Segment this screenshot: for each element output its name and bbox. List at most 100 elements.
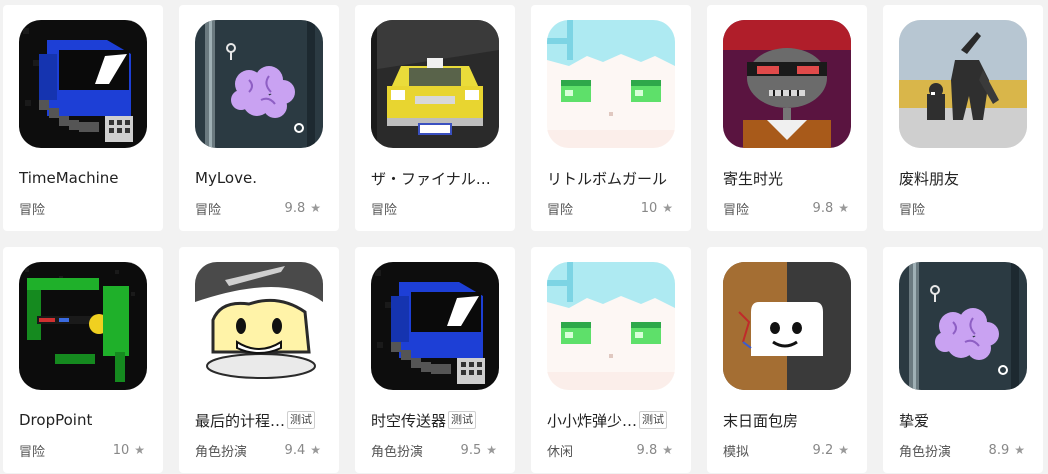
game-genre: 冒险 (195, 202, 222, 218)
game-genre: 休闲 (547, 444, 574, 460)
score-value: 9.2 (812, 442, 834, 458)
game-card[interactable]: MyLove. 冒险 9.8 ★ (179, 5, 339, 231)
star-icon: ★ (662, 201, 673, 215)
game-title[interactable]: TimeMachine (19, 167, 153, 189)
game-title[interactable]: 时空传送器 测试 (371, 409, 505, 431)
score-value: 9.5 (460, 442, 482, 458)
score-value: 9.8 (636, 442, 658, 458)
game-meta: 冒险 (19, 199, 145, 218)
game-card[interactable]: ザ・ファイナル… 冒险 (355, 5, 515, 231)
game-card[interactable]: DropPoint 冒险 10 ★ (3, 247, 163, 473)
game-genre: 角色扮演 (899, 444, 952, 460)
game-genre: 冒险 (371, 202, 398, 218)
game-score: 9.2 ★ (813, 443, 849, 458)
game-grid: TimeMachine 冒险 MyLove. 冒险 9.8 ★ ザ・ファイナル… 冒险 (0, 0, 1048, 474)
game-score: 10 ★ (113, 443, 145, 458)
game-meta: 冒险 9.8 ★ (723, 199, 849, 218)
game-title[interactable]: 末日面包房 (723, 409, 857, 431)
game-icon[interactable] (371, 262, 499, 390)
test-badge: 测试 (287, 411, 316, 429)
game-title[interactable]: MyLove. (195, 167, 329, 189)
game-genre: 角色扮演 (371, 444, 424, 460)
star-icon: ★ (838, 443, 849, 457)
game-card[interactable]: 废料朋友 冒险 (883, 5, 1043, 231)
star-icon: ★ (838, 201, 849, 215)
star-icon: ★ (1014, 443, 1025, 457)
game-title[interactable]: ザ・ファイナル… (371, 167, 505, 189)
game-card[interactable]: TimeMachine 冒险 (3, 5, 163, 231)
game-title-text: 最后的计程… (195, 411, 286, 430)
game-meta: 角色扮演 9.4 ★ (195, 441, 321, 460)
game-score: 9.5 ★ (461, 443, 497, 458)
game-meta: 角色扮演 9.5 ★ (371, 441, 497, 460)
game-title[interactable]: 废料朋友 (899, 167, 1033, 189)
game-meta: 冒险 (371, 199, 497, 218)
game-icon[interactable] (547, 20, 675, 148)
game-title-text: リトルボムガール (547, 169, 668, 188)
game-title[interactable]: 最后的计程… 测试 (195, 409, 329, 431)
star-icon: ★ (662, 443, 673, 457)
game-genre: 冒险 (19, 444, 46, 460)
game-icon[interactable] (899, 262, 1027, 390)
skull-girl-icon (723, 20, 851, 148)
game-title-text: TimeMachine (19, 169, 119, 187)
scrap-robot-icon (899, 20, 1027, 148)
game-card[interactable]: 寄生时光冒险 9.8 ★ (707, 5, 867, 231)
game-icon[interactable] (195, 20, 323, 148)
game-meta: 冒险 10 ★ (547, 199, 673, 218)
score-value: 9.8 (812, 200, 834, 216)
game-meta: 冒险 9.8 ★ (195, 199, 321, 218)
star-icon: ★ (134, 443, 145, 457)
game-genre: 冒险 (723, 202, 750, 218)
game-score: 9.8 ★ (637, 443, 673, 458)
game-genre: 冒险 (899, 202, 926, 218)
score-value: 9.8 (284, 200, 306, 216)
game-score: 9.8 ★ (285, 201, 321, 216)
game-meta: 冒险 (899, 199, 1025, 218)
game-score: 9.8 ★ (813, 201, 849, 216)
game-score: 10 ★ (641, 201, 673, 216)
game-icon[interactable] (371, 20, 499, 148)
star-icon: ★ (310, 201, 321, 215)
game-icon[interactable] (899, 20, 1027, 148)
anime-girl-icon (547, 262, 675, 390)
brain-icon (899, 262, 1027, 390)
score-value: 8.9 (988, 442, 1010, 458)
game-icon[interactable] (547, 262, 675, 390)
game-title[interactable]: 寄生时光 (723, 167, 857, 189)
game-title[interactable]: DropPoint (19, 409, 153, 431)
smiling-blob-icon (195, 262, 323, 390)
game-icon[interactable] (19, 20, 147, 148)
game-icon[interactable] (195, 262, 323, 390)
green-robot-icon (19, 262, 147, 390)
game-title[interactable]: 小小炸弹少… 测试 (547, 409, 681, 431)
game-card[interactable]: 时空传送器 测试角色扮演 9.5 ★ (355, 247, 515, 473)
game-card[interactable]: 末日面包房 模拟 9.2 ★ (707, 247, 867, 473)
brain-icon (195, 20, 323, 148)
game-title[interactable]: 挚爱 (899, 409, 1033, 431)
game-title-text: 末日面包房 (723, 411, 799, 430)
game-meta: 休闲 9.8 ★ (547, 441, 673, 460)
game-card[interactable]: 挚爱角色扮演 8.9 ★ (883, 247, 1043, 473)
game-card[interactable]: 小小炸弹少… 测试休闲 9.8 ★ (531, 247, 691, 473)
game-genre: 冒险 (19, 202, 46, 218)
taxi-icon (371, 20, 499, 148)
astronaut-icon (19, 20, 147, 148)
game-icon[interactable] (19, 262, 147, 390)
score-value: 10 (112, 442, 130, 458)
game-card[interactable]: 最后的计程… 测试 角色扮演 9.4 ★ (179, 247, 339, 473)
score-value: 9.4 (284, 442, 306, 458)
game-genre: 角色扮演 (195, 444, 248, 460)
game-card[interactable]: リトルボムガール 冒险 10 ★ (531, 5, 691, 231)
game-score: 8.9 ★ (989, 443, 1025, 458)
game-title-text: 废料朋友 (899, 169, 960, 188)
game-icon[interactable] (723, 20, 851, 148)
game-icon[interactable] (723, 262, 851, 390)
score-value: 10 (640, 200, 658, 216)
game-meta: 冒险 10 ★ (19, 441, 145, 460)
test-badge: 测试 (448, 411, 477, 429)
game-title-text: 时空传送器 (371, 411, 447, 430)
star-icon: ★ (486, 443, 497, 457)
astronaut-icon (371, 262, 499, 390)
game-title[interactable]: リトルボムガール (547, 167, 681, 189)
